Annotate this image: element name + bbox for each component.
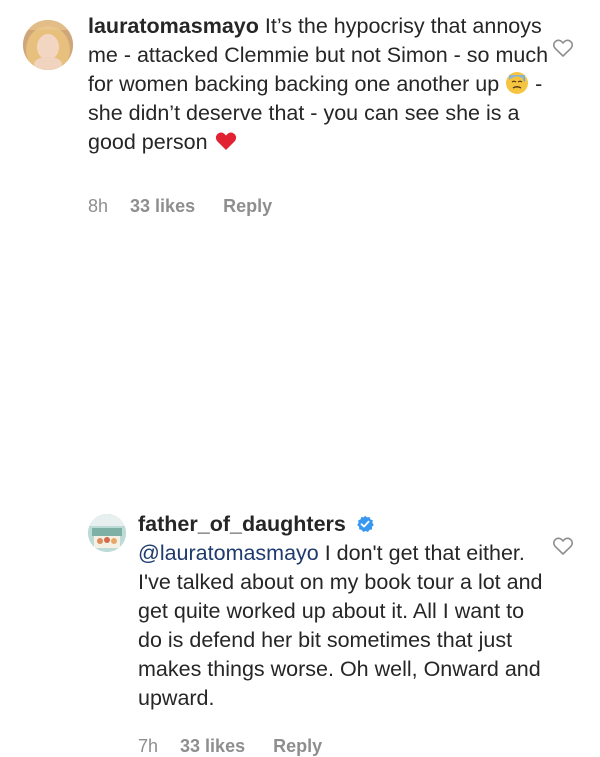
username[interactable]: lauratomasmayo: [88, 14, 259, 38]
comment-body: lauratomasmayo It’s the hypocrisy that an…: [88, 12, 558, 157]
verified-badge-icon: [356, 512, 374, 532]
timestamp: 7h: [138, 736, 159, 756]
avatar-image: [23, 20, 73, 70]
avatar-image: [88, 514, 126, 552]
comment-item: lauratomasmayo It’s the hypocrisy that an…: [0, 0, 600, 240]
like-heart-icon[interactable]: [552, 536, 574, 556]
avatar[interactable]: [88, 514, 126, 552]
reply-comment-item: father_of_daughters @lauratomasmayo I do…: [0, 250, 600, 756]
username[interactable]: father_of_daughters: [138, 512, 346, 536]
red-heart-icon: [214, 129, 238, 153]
likes-count[interactable]: 33 likes: [130, 196, 195, 217]
reply-button[interactable]: Reply: [273, 736, 322, 757]
comment-meta: 7h 33 likes Reply: [138, 736, 322, 757]
comment-text: I don't get that either. I've talked abo…: [138, 541, 543, 710]
avatar[interactable]: [23, 20, 73, 70]
downcast-face-with-sweat-icon: [505, 71, 529, 95]
likes-count[interactable]: 33 likes: [180, 736, 245, 757]
mention-link[interactable]: @lauratomasmayo: [138, 541, 319, 565]
timestamp: 8h: [88, 196, 109, 216]
comment-body: father_of_daughters @lauratomasmayo I do…: [138, 510, 548, 713]
like-heart-icon[interactable]: [552, 38, 574, 58]
comment-meta: 8h 33 likes Reply: [88, 196, 272, 217]
reply-button[interactable]: Reply: [223, 196, 272, 217]
